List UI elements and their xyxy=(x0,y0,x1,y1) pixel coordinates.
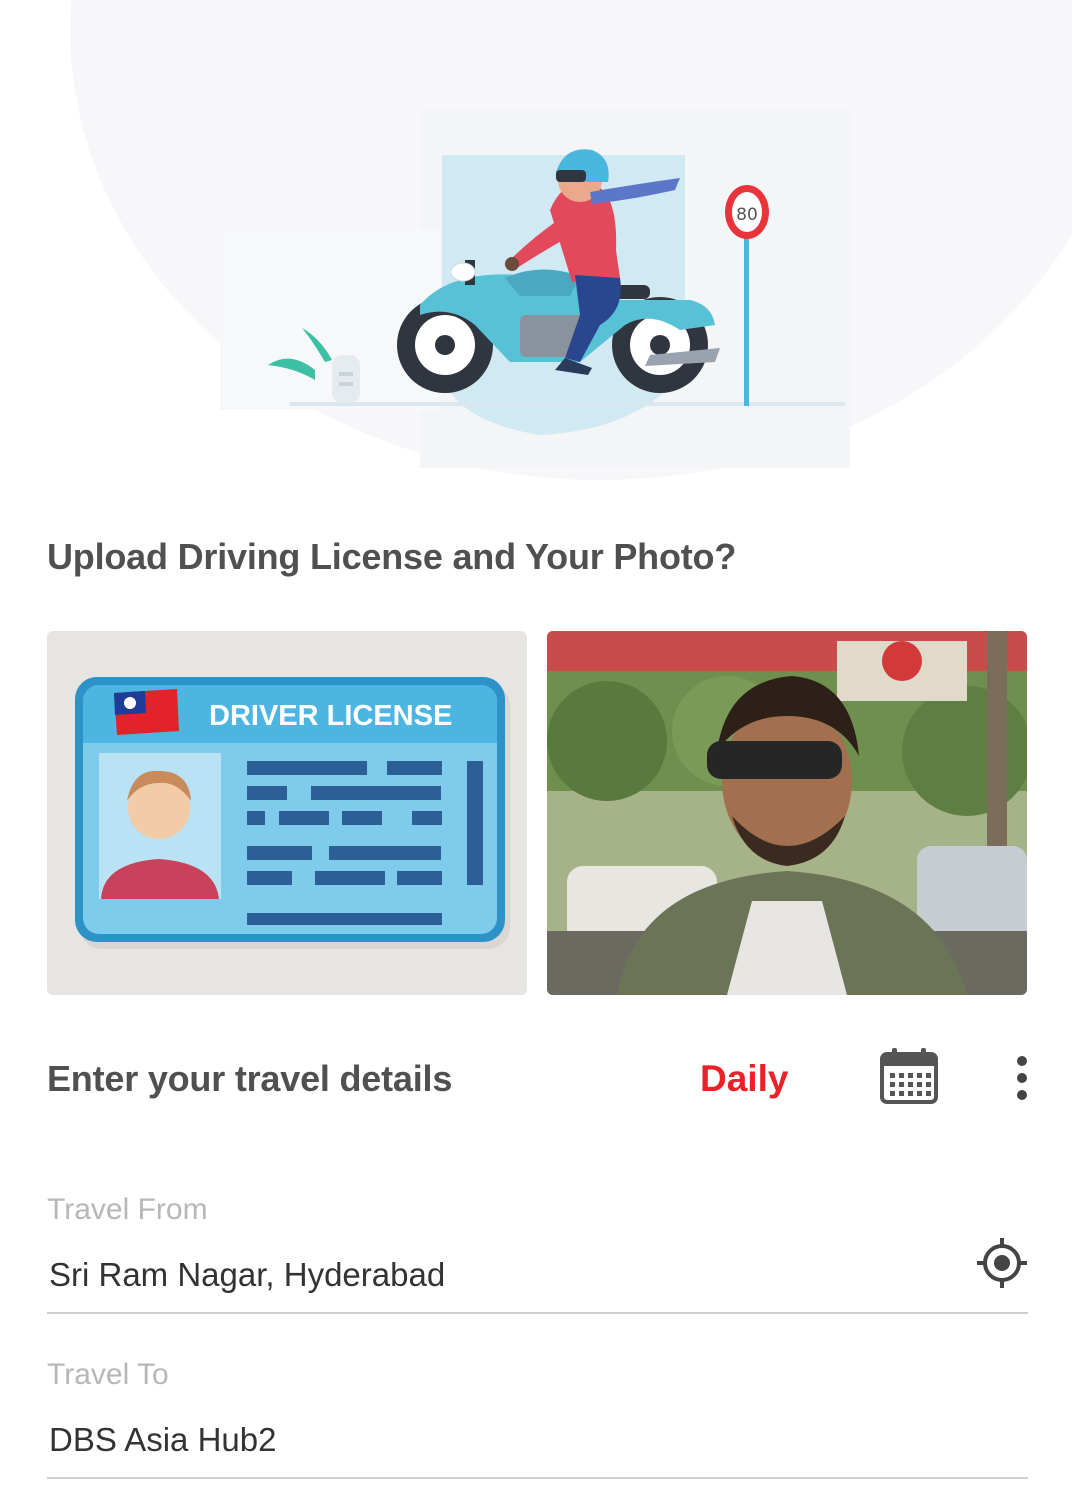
travel-from-underline xyxy=(47,1312,1028,1314)
gps-locate-icon xyxy=(977,1238,1027,1288)
motorbike-rider-illustration: 80 xyxy=(220,108,850,468)
user-photo-upload[interactable] xyxy=(547,631,1027,995)
travel-from-label: Travel From xyxy=(47,1193,208,1226)
more-options-button[interactable] xyxy=(1003,1052,1041,1106)
driver-license-upload[interactable]: DRIVER LICENSE xyxy=(47,631,527,995)
speed-limit-text: 80 xyxy=(736,205,758,225)
license-card-text: DRIVER LICENSE xyxy=(209,700,452,732)
upload-section-title: Upload Driving License and Your Photo? xyxy=(47,536,737,577)
travel-to-label: Travel To xyxy=(47,1358,169,1391)
user-photo-image xyxy=(547,631,1027,995)
frequency-selector[interactable]: Daily xyxy=(700,1058,788,1100)
travel-to-input[interactable] xyxy=(47,1415,977,1465)
flag-icon xyxy=(114,689,179,735)
travel-details-title: Enter your travel details xyxy=(47,1058,453,1099)
locate-me-button[interactable] xyxy=(975,1236,1029,1290)
hero-banner: 80 xyxy=(0,0,1072,500)
travel-from-input[interactable] xyxy=(47,1250,977,1300)
driver-license-image: DRIVER LICENSE xyxy=(75,677,510,949)
calendar-icon xyxy=(880,1048,938,1104)
calendar-button[interactable] xyxy=(878,1046,940,1108)
travel-to-underline xyxy=(47,1477,1028,1479)
more-vertical-icon xyxy=(1017,1056,1027,1100)
